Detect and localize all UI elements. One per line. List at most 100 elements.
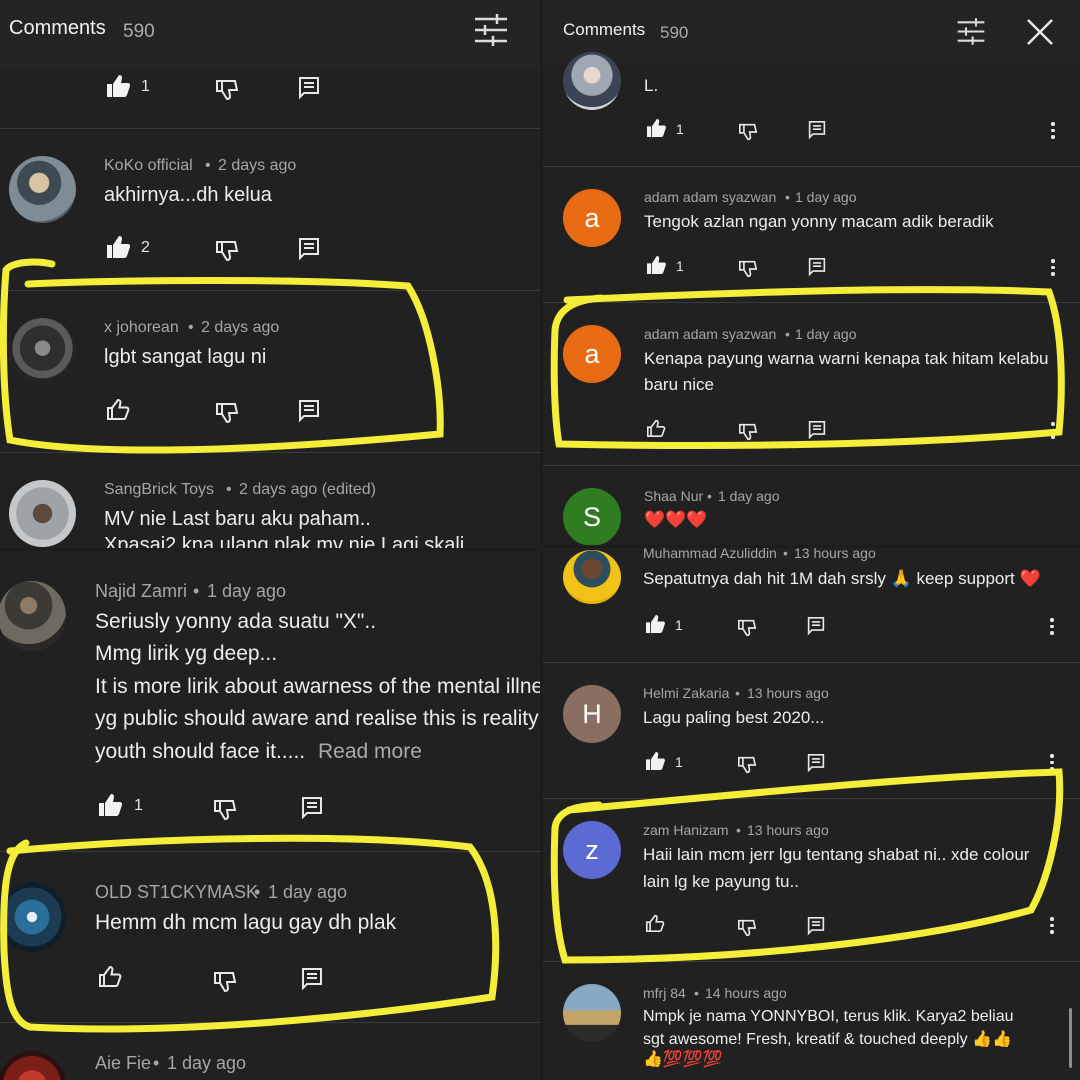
more-options-icon[interactable]	[1051, 422, 1055, 442]
like-outline-icon[interactable]	[646, 419, 666, 437]
like-count: 1	[676, 121, 684, 137]
comment-author[interactable]: Shaa Nur	[644, 488, 703, 504]
comment-time: 2 days ago	[218, 157, 297, 174]
reply-icon[interactable]	[807, 753, 825, 773]
comment-author[interactable]: Aie Fie	[95, 1053, 151, 1074]
more-options-icon[interactable]	[1050, 618, 1054, 638]
highlight-marker-left-top	[0, 258, 444, 454]
avatar	[0, 1051, 66, 1080]
like-count: 1	[675, 617, 683, 633]
comment-text: akhirnya...dh kelua	[104, 184, 272, 206]
like-filled-icon[interactable]	[106, 236, 130, 258]
comments-title: Comments	[563, 20, 646, 39]
comments-count: 590	[123, 21, 155, 42]
like-filled-icon[interactable]	[646, 119, 666, 137]
dislike-icon[interactable]	[215, 402, 239, 424]
comments-header: Comments 590	[0, 0, 540, 70]
comment-author[interactable]: Najid Zamri	[95, 581, 187, 602]
dislike-icon[interactable]	[738, 423, 758, 441]
reply-icon[interactable]	[807, 916, 825, 936]
more-options-icon[interactable]	[1050, 754, 1054, 774]
close-icon[interactable]	[1026, 18, 1054, 46]
left-top-panel: Comments 590 1 KoKo official • 2 days ag…	[0, 0, 540, 548]
dislike-icon[interactable]	[215, 240, 239, 262]
dislike-icon[interactable]	[738, 123, 758, 141]
reply-icon[interactable]	[808, 120, 826, 140]
comment-meta-dot: •	[783, 548, 788, 561]
comment-meta-dot: •	[707, 488, 712, 504]
like-filled-icon[interactable]	[98, 794, 122, 816]
comment-time: 13 hours ago	[794, 548, 876, 561]
more-options-icon[interactable]	[1051, 259, 1055, 279]
comment-author[interactable]: SangBrick Toys	[104, 481, 214, 499]
comments-title: Comments	[9, 17, 106, 39]
comments-header: Comments 590	[543, 0, 1080, 64]
divider	[543, 662, 1080, 663]
comment-author[interactable]: zam Hanizam	[643, 822, 729, 838]
comment-author[interactable]: OLD ST1CKYMASK	[95, 882, 258, 903]
reply-icon[interactable]	[301, 796, 323, 820]
divider	[543, 798, 1080, 799]
comment-meta-dot: •	[736, 822, 741, 838]
like-count: 1	[141, 78, 150, 95]
like-filled-icon[interactable]	[645, 752, 665, 770]
avatar: a	[563, 189, 621, 247]
read-more-link[interactable]: Read more	[318, 740, 422, 764]
divider	[543, 465, 1080, 466]
like-filled-icon[interactable]	[645, 615, 665, 633]
filter-sort-icon[interactable]	[473, 14, 509, 46]
divider	[0, 452, 540, 453]
comment-meta-dot: •	[188, 319, 194, 336]
reply-icon[interactable]	[298, 237, 320, 261]
dislike-icon[interactable]	[213, 971, 237, 993]
comment-author[interactable]: x johorean	[104, 319, 179, 337]
comment-author[interactable]: adam adam syazwan	[644, 189, 776, 205]
comment-author[interactable]: Helmi Zakaria	[643, 685, 729, 701]
dislike-icon[interactable]	[737, 756, 757, 774]
dislike-icon[interactable]	[738, 260, 758, 278]
left-bottom-panel: Najid Zamri • 1 day ago Seriusly yonny a…	[0, 551, 540, 1080]
reply-icon[interactable]	[808, 420, 826, 440]
like-filled-icon[interactable]	[646, 256, 666, 274]
like-outline-icon[interactable]	[645, 914, 665, 932]
comment-author[interactable]: mfrj 84	[643, 985, 686, 1001]
comment-text-line-2: Mmg lirik yg deep...	[95, 642, 278, 665]
like-outline-icon[interactable]	[98, 965, 122, 987]
dislike-icon[interactable]	[213, 799, 237, 821]
filter-sort-icon[interactable]	[956, 18, 986, 45]
dislike-icon[interactable]	[737, 919, 757, 937]
like-count: 1	[134, 797, 143, 814]
avatar	[9, 156, 76, 223]
avatar	[9, 318, 76, 385]
reply-icon[interactable]	[808, 257, 826, 277]
reply-icon[interactable]	[298, 399, 320, 423]
reply-icon[interactable]	[301, 967, 323, 991]
avatar	[9, 480, 76, 547]
like-outline-icon[interactable]	[106, 398, 130, 420]
reply-icon[interactable]	[298, 76, 320, 100]
more-options-icon[interactable]	[1050, 917, 1054, 937]
comment-meta-dot: •	[193, 581, 200, 601]
comment-author[interactable]: Muhammad Azuliddin	[643, 548, 777, 561]
comment-meta-dot: •	[785, 189, 790, 205]
divider	[543, 961, 1080, 962]
scrollbar-thumb[interactable]	[1069, 1008, 1072, 1068]
comment-meta-dot: •	[153, 1053, 160, 1073]
comment-time: 2 days ago (edited)	[239, 481, 376, 498]
more-options-icon[interactable]	[1051, 122, 1055, 142]
comment-text-line-2: baru nice	[644, 375, 714, 394]
comment-author[interactable]: KoKo official	[104, 157, 193, 175]
comment-text: Tengok azlan ngan yonny macam adik berad…	[644, 212, 994, 231]
divider	[543, 166, 1080, 167]
comment-text: MV nie Last baru aku paham..	[104, 508, 371, 530]
dislike-icon[interactable]	[737, 619, 757, 637]
comment-text: Kenapa payung warna warni kenapa tak hit…	[644, 349, 1049, 368]
dislike-icon[interactable]	[215, 79, 239, 101]
comment-text-line-2: sgt awesome! Fresh, kreatif & touched de…	[643, 1031, 1012, 1048]
like-filled-icon[interactable]	[106, 75, 130, 97]
comment-meta-dot: •	[735, 685, 740, 701]
comment-time: 13 hours ago	[747, 822, 829, 838]
comment-text-line-2: Xpasai2 kna ulang plak mv nie Lagi skali	[104, 534, 465, 548]
reply-icon[interactable]	[807, 616, 825, 636]
comment-author[interactable]: adam adam syazwan	[644, 326, 776, 342]
